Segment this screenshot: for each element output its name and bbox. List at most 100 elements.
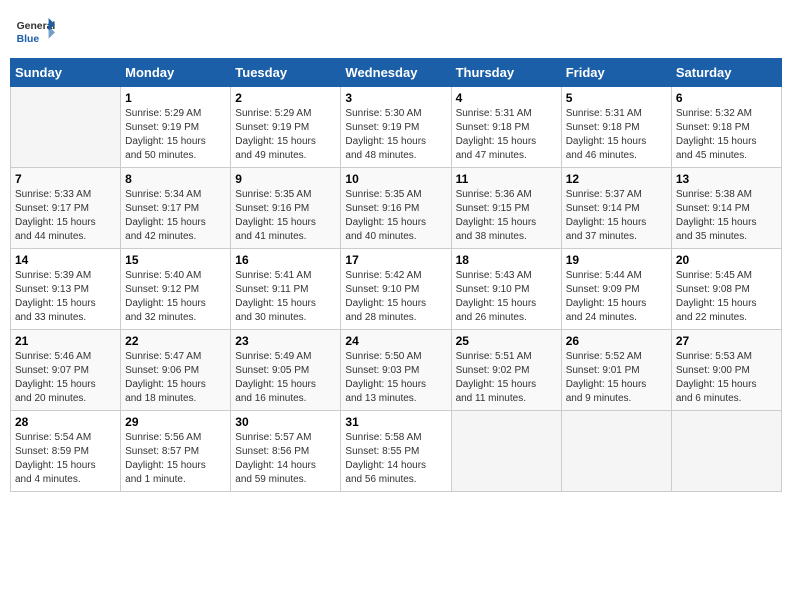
day-number: 2: [235, 91, 336, 105]
day-number: 9: [235, 172, 336, 186]
calendar-cell: 20Sunrise: 5:45 AM Sunset: 9:08 PM Dayli…: [671, 249, 781, 330]
calendar-cell: 29 Sunrise: 5:56 AM Sunset: 8:57 PM Dayli…: [121, 411, 231, 492]
day-number: 28: [15, 415, 116, 429]
day-number: 15: [125, 253, 226, 267]
calendar-cell: 10 Sunrise: 5:35 AM Sunset: 9:16 PM Dayli…: [341, 168, 451, 249]
calendar-cell: 3 Sunrise: 5:30 AM Sunset: 9:19 PM Daylig…: [341, 87, 451, 168]
day-number: 17: [345, 253, 446, 267]
calendar-cell: 7 Sunrise: 5:33 AM Sunset: 9:17 PM Daylig…: [11, 168, 121, 249]
calendar-cell: 1Sunrise: 5:29 AM Sunset: 9:19 PM Daylig…: [121, 87, 231, 168]
day-info: Sunrise: 5:42 AM Sunset: 9:10 PM Dayligh…: [345, 269, 446, 325]
day-info: Sunrise: 5:45 AM Sunset: 9:08 PM Dayligh…: [676, 269, 777, 325]
day-info: Sunrise: 5:29 AM Sunset: 9:19 PM Dayligh…: [235, 107, 336, 163]
day-number: 26: [566, 334, 667, 348]
day-number: 6: [676, 91, 777, 105]
column-header-thursday: Thursday: [451, 59, 561, 87]
day-number: 4: [456, 91, 557, 105]
calendar-week-row: 1Sunrise: 5:29 AM Sunset: 9:19 PM Daylig…: [11, 87, 782, 168]
day-number: 8: [125, 172, 226, 186]
day-number: 11: [456, 172, 557, 186]
calendar-cell: 28 Sunrise: 5:54 AM Sunset: 8:59 PM Dayli…: [11, 411, 121, 492]
column-header-wednesday: Wednesday: [341, 59, 451, 87]
calendar-cell: [561, 411, 671, 492]
day-number: 12: [566, 172, 667, 186]
calendar-cell: 23 Sunrise: 5:49 AM Sunset: 9:05 PM Dayli…: [231, 330, 341, 411]
day-number: 29: [125, 415, 226, 429]
day-info: Sunrise: 5:38 AM Sunset: 9:14 PM Dayligh…: [676, 188, 777, 244]
svg-text:Blue: Blue: [17, 34, 40, 45]
day-info: Sunrise: 5:54 AM Sunset: 8:59 PM Dayligh…: [15, 431, 116, 487]
column-header-sunday: Sunday: [11, 59, 121, 87]
day-number: 27: [676, 334, 777, 348]
day-info: Sunrise: 5:43 AM Sunset: 9:10 PM Dayligh…: [456, 269, 557, 325]
day-info: Sunrise: 5:47 AM Sunset: 9:06 PM Dayligh…: [125, 350, 226, 406]
day-number: 18: [456, 253, 557, 267]
day-number: 19: [566, 253, 667, 267]
column-header-tuesday: Tuesday: [231, 59, 341, 87]
day-info: Sunrise: 5:46 AM Sunset: 9:07 PM Dayligh…: [15, 350, 116, 406]
day-number: 23: [235, 334, 336, 348]
calendar-cell: 31 Sunrise: 5:58 AM Sunset: 8:55 PM Dayli…: [341, 411, 451, 492]
calendar-cell: 12 Sunrise: 5:37 AM Sunset: 9:14 PM Dayli…: [561, 168, 671, 249]
calendar-table: SundayMondayTuesdayWednesdayThursdayFrid…: [10, 58, 782, 492]
calendar-cell: 24 Sunrise: 5:50 AM Sunset: 9:03 PM Dayli…: [341, 330, 451, 411]
calendar-cell: 26 Sunrise: 5:52 AM Sunset: 9:01 PM Dayli…: [561, 330, 671, 411]
calendar-cell: 5 Sunrise: 5:31 AM Sunset: 9:18 PM Daylig…: [561, 87, 671, 168]
day-info: Sunrise: 5:30 AM Sunset: 9:19 PM Dayligh…: [345, 107, 446, 163]
calendar-cell: [11, 87, 121, 168]
day-info: Sunrise: 5:32 AM Sunset: 9:18 PM Dayligh…: [676, 107, 777, 163]
logo: General Blue: [15, 10, 59, 50]
day-number: 5: [566, 91, 667, 105]
day-info: Sunrise: 5:29 AM Sunset: 9:19 PM Dayligh…: [125, 107, 226, 163]
calendar-cell: 18 Sunrise: 5:43 AM Sunset: 9:10 PM Dayli…: [451, 249, 561, 330]
day-number: 30: [235, 415, 336, 429]
calendar-cell: 11Sunrise: 5:36 AM Sunset: 9:15 PM Dayli…: [451, 168, 561, 249]
calendar-cell: 21Sunrise: 5:46 AM Sunset: 9:07 PM Dayli…: [11, 330, 121, 411]
day-info: Sunrise: 5:37 AM Sunset: 9:14 PM Dayligh…: [566, 188, 667, 244]
calendar-header-row: SundayMondayTuesdayWednesdayThursdayFrid…: [11, 59, 782, 87]
day-info: Sunrise: 5:34 AM Sunset: 9:17 PM Dayligh…: [125, 188, 226, 244]
day-number: 24: [345, 334, 446, 348]
day-info: Sunrise: 5:58 AM Sunset: 8:55 PM Dayligh…: [345, 431, 446, 487]
day-number: 3: [345, 91, 446, 105]
calendar-cell: 8 Sunrise: 5:34 AM Sunset: 9:17 PM Daylig…: [121, 168, 231, 249]
calendar-cell: 6 Sunrise: 5:32 AM Sunset: 9:18 PM Daylig…: [671, 87, 781, 168]
day-info: Sunrise: 5:52 AM Sunset: 9:01 PM Dayligh…: [566, 350, 667, 406]
calendar-cell: 25Sunrise: 5:51 AM Sunset: 9:02 PM Dayli…: [451, 330, 561, 411]
calendar-cell: 15 Sunrise: 5:40 AM Sunset: 9:12 PM Dayli…: [121, 249, 231, 330]
page-header: General Blue: [10, 10, 782, 50]
day-info: Sunrise: 5:56 AM Sunset: 8:57 PM Dayligh…: [125, 431, 226, 487]
day-info: Sunrise: 5:35 AM Sunset: 9:16 PM Dayligh…: [235, 188, 336, 244]
day-info: Sunrise: 5:33 AM Sunset: 9:17 PM Dayligh…: [15, 188, 116, 244]
calendar-cell: 17 Sunrise: 5:42 AM Sunset: 9:10 PM Dayli…: [341, 249, 451, 330]
calendar-week-row: 28 Sunrise: 5:54 AM Sunset: 8:59 PM Dayli…: [11, 411, 782, 492]
day-info: Sunrise: 5:44 AM Sunset: 9:09 PM Dayligh…: [566, 269, 667, 325]
calendar-cell: 2 Sunrise: 5:29 AM Sunset: 9:19 PM Daylig…: [231, 87, 341, 168]
calendar-week-row: 14Sunrise: 5:39 AM Sunset: 9:13 PM Dayli…: [11, 249, 782, 330]
day-info: Sunrise: 5:35 AM Sunset: 9:16 PM Dayligh…: [345, 188, 446, 244]
calendar-cell: 4 Sunrise: 5:31 AM Sunset: 9:18 PM Daylig…: [451, 87, 561, 168]
calendar-cell: 27 Sunrise: 5:53 AM Sunset: 9:00 PM Dayli…: [671, 330, 781, 411]
day-number: 7: [15, 172, 116, 186]
day-info: Sunrise: 5:53 AM Sunset: 9:00 PM Dayligh…: [676, 350, 777, 406]
column-header-monday: Monday: [121, 59, 231, 87]
calendar-cell: 9 Sunrise: 5:35 AM Sunset: 9:16 PM Daylig…: [231, 168, 341, 249]
day-number: 10: [345, 172, 446, 186]
calendar-cell: 16 Sunrise: 5:41 AM Sunset: 9:11 PM Dayli…: [231, 249, 341, 330]
calendar-cell: 13Sunrise: 5:38 AM Sunset: 9:14 PM Dayli…: [671, 168, 781, 249]
day-number: 16: [235, 253, 336, 267]
day-number: 25: [456, 334, 557, 348]
column-header-saturday: Saturday: [671, 59, 781, 87]
day-info: Sunrise: 5:39 AM Sunset: 9:13 PM Dayligh…: [15, 269, 116, 325]
day-info: Sunrise: 5:31 AM Sunset: 9:18 PM Dayligh…: [456, 107, 557, 163]
day-number: 31: [345, 415, 446, 429]
day-info: Sunrise: 5:31 AM Sunset: 9:18 PM Dayligh…: [566, 107, 667, 163]
calendar-week-row: 7 Sunrise: 5:33 AM Sunset: 9:17 PM Daylig…: [11, 168, 782, 249]
day-info: Sunrise: 5:40 AM Sunset: 9:12 PM Dayligh…: [125, 269, 226, 325]
day-info: Sunrise: 5:41 AM Sunset: 9:11 PM Dayligh…: [235, 269, 336, 325]
column-header-friday: Friday: [561, 59, 671, 87]
logo-icon: General Blue: [15, 10, 55, 50]
day-info: Sunrise: 5:50 AM Sunset: 9:03 PM Dayligh…: [345, 350, 446, 406]
day-info: Sunrise: 5:49 AM Sunset: 9:05 PM Dayligh…: [235, 350, 336, 406]
calendar-cell: [671, 411, 781, 492]
